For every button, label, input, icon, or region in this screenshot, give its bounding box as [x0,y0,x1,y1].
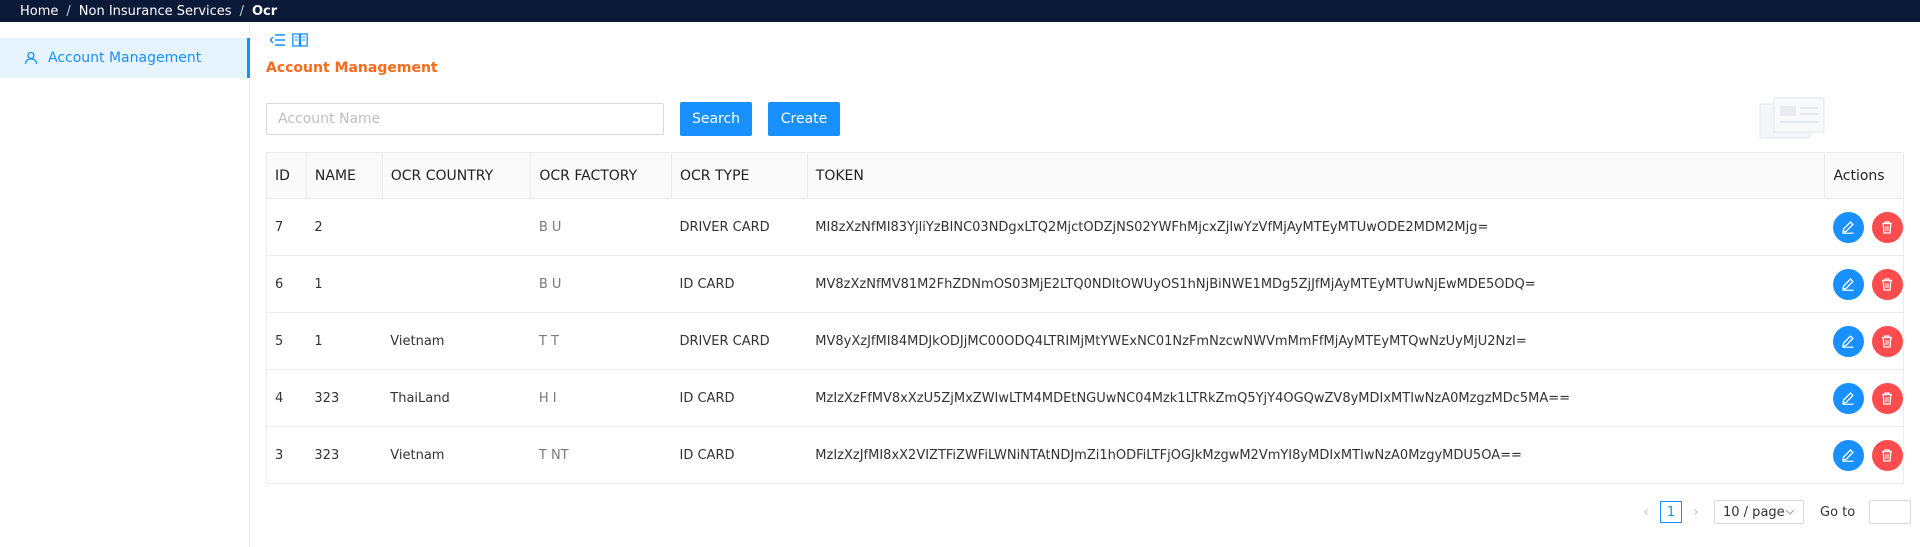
page-title: Account Management [266,60,438,76]
table-row: 3 323 Vietnam T NT ID CARD MzIzXzJfMI8xX… [266,426,1904,484]
create-button[interactable]: Create [768,102,840,136]
column-header-ocr-country: OCR COUNTRY [382,152,532,199]
trash-icon [1882,449,1893,462]
cell-id: 3 [266,426,307,484]
cell-actions [1824,426,1904,484]
edit-button[interactable] [1832,268,1864,300]
cell-actions [1824,255,1904,313]
cell-ocr-factory: B U [530,198,672,256]
cell-token: MI8zXzNfMI83YjliYzBINC03NDgxLTQ2MjctODZj… [807,198,1825,256]
breadcrumb-separator: / [66,3,71,19]
breadcrumb-current: Ocr [251,3,278,19]
prev-page-icon[interactable]: ‹ [1636,505,1656,520]
cell-ocr-type: ID CARD [671,255,808,313]
trash-icon [1882,221,1893,234]
page-number-current[interactable]: 1 [1660,501,1682,523]
cell-token: MV8yXzJfMI84MDJkODJjMC00ODQ4LTRIMjMtYWEx… [807,312,1825,370]
cell-ocr-country: Vietnam [382,312,531,370]
cell-token: MzIzXzFfMV8xXzU5ZjMxZWIwLTM4MDEtNGUwNC04… [807,369,1825,427]
sidebar-item-label: Account Management [48,50,202,66]
sidebar: Account Management [0,22,250,547]
edit-button[interactable] [1832,382,1864,414]
edit-button[interactable] [1832,439,1864,471]
illustration-icon [1759,97,1825,139]
table-row: 4 323 ThaiLand H I ID CARD MzIzXzFfMV8xX… [266,369,1904,427]
breadcrumb-separator: / [239,3,244,19]
delete-button[interactable] [1871,382,1903,414]
cell-ocr-country: ThaiLand [382,369,531,427]
edit-icon [1842,335,1855,348]
cell-ocr-factory: T T [530,312,672,370]
delete-button[interactable] [1871,325,1903,357]
edit-button[interactable] [1832,325,1864,357]
edit-icon [1842,278,1855,291]
sidebar-item-account-management[interactable]: Account Management [0,38,250,78]
column-header-actions: Actions [1824,152,1904,199]
edit-button[interactable] [1832,211,1864,243]
table-row: 6 1 B U ID CARD MV8zXzNfMV81M2FhZDNmOS03… [266,255,1904,313]
cell-actions [1824,369,1904,427]
cell-name: 2 [306,198,383,256]
edit-icon [1842,221,1855,234]
cell-name: 1 [306,255,383,313]
search-button[interactable]: Search [680,102,752,136]
breadcrumb-home[interactable]: Home [20,4,58,19]
cell-ocr-factory: H I [530,369,672,427]
next-page-icon[interactable]: › [1686,505,1706,520]
cell-name: 323 [306,426,383,484]
cell-ocr-type: ID CARD [671,369,808,427]
book-icon[interactable] [292,32,308,51]
account-name-input[interactable] [266,103,664,135]
trash-icon [1882,392,1893,405]
cell-name: 323 [306,369,383,427]
cell-ocr-country [382,255,531,313]
trash-icon [1882,335,1893,348]
cell-actions [1824,198,1904,256]
breadcrumb-non-insurance[interactable]: Non Insurance Services [79,4,232,19]
menu-fold-icon[interactable] [269,32,286,51]
page-size-value: 10 / page [1723,504,1785,520]
column-header-ocr-type: OCR TYPE [671,152,808,199]
cell-ocr-type: DRIVER CARD [671,198,808,256]
delete-button[interactable] [1871,439,1903,471]
table-row: 5 1 Vietnam T T DRIVER CARD MV8yXzJfMI84… [266,312,1904,370]
cell-id: 4 [266,369,307,427]
account-table: ID NAME OCR COUNTRY OCR FACTORY OCR TYPE… [266,152,1904,484]
user-icon [24,51,38,65]
table-row: 7 2 B U DRIVER CARD MI8zXzNfMI83YjliYzBI… [266,198,1904,256]
chevron-down-icon [1785,509,1795,515]
cell-actions [1824,312,1904,370]
cell-ocr-type: ID CARD [671,426,808,484]
cell-name: 1 [306,312,383,370]
trash-icon [1882,278,1893,291]
cell-token: MzIzXzJfMI8xX2VIZTFiZWFiLWNiNTAtNDJmZi1h… [807,426,1825,484]
cell-ocr-type: DRIVER CARD [671,312,808,370]
column-header-id: ID [266,152,307,199]
pagination: ‹ 1 › 10 / page Go to [1636,500,1912,524]
edit-icon [1842,392,1855,405]
cell-token: MV8zXzNfMV81M2FhZDNmOS03MjE2LTQ0NDItOWUy… [807,255,1825,313]
edit-icon [1842,449,1855,462]
sidebar-active-indicator [247,38,250,78]
column-header-token: TOKEN [807,152,1826,199]
delete-button[interactable] [1871,268,1903,300]
breadcrumb: Home / Non Insurance Services / Ocr [0,0,1920,22]
cell-id: 6 [266,255,307,313]
goto-label: Go to [1820,504,1856,520]
page-size-select[interactable]: 10 / page [1714,500,1804,524]
goto-page-input[interactable] [1869,500,1912,524]
toolbar-icons [269,32,308,51]
column-header-ocr-factory: OCR FACTORY [530,152,672,199]
cell-id: 7 [266,198,307,256]
column-header-name: NAME [306,152,383,199]
cell-id: 5 [266,312,307,370]
cell-ocr-factory: T NT [530,426,672,484]
cell-ocr-country [382,198,531,256]
cell-ocr-factory: B U [530,255,672,313]
delete-button[interactable] [1871,211,1903,243]
cell-ocr-country: Vietnam [382,426,531,484]
table-header-row: ID NAME OCR COUNTRY OCR FACTORY OCR TYPE… [266,152,1904,199]
